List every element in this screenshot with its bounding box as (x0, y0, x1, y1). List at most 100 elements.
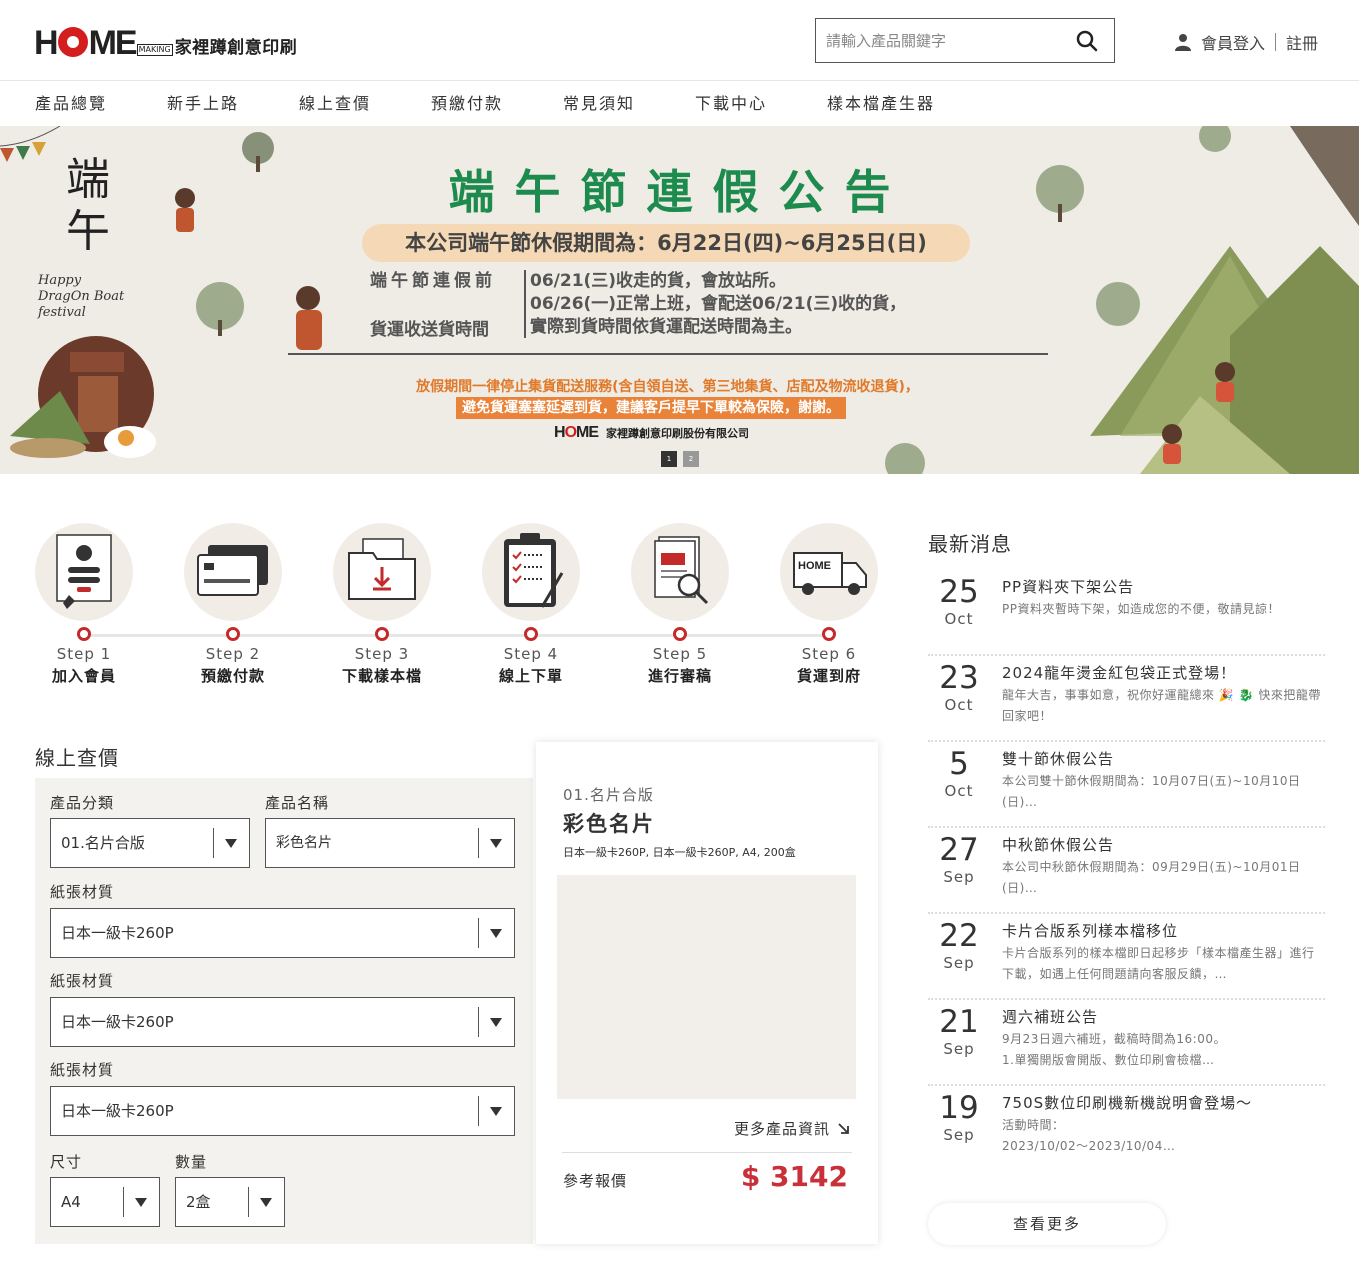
step-6[interactable]: HOME Step 6 貨運到府 (779, 523, 879, 686)
nav-quote[interactable]: 線上查價 (299, 82, 371, 126)
login-link[interactable]: 會員登入 (1201, 30, 1265, 54)
nav-products[interactable]: 產品總覽 (35, 82, 107, 126)
step-5[interactable]: Step 5 進行審稿 (630, 523, 730, 686)
step-5-icon-bg (631, 523, 729, 621)
category-label: 產品分類 (50, 794, 115, 812)
paper-select-2[interactable]: 日本一級卡260P (50, 997, 515, 1047)
nav-faq[interactable]: 常見須知 (563, 82, 635, 126)
product-label: 產品名稱 (265, 794, 330, 812)
select-divider (478, 918, 479, 948)
step-2-name: 預繳付款 (200, 667, 265, 685)
step-4-icon-bg (482, 523, 580, 621)
carousel-dot-2[interactable]: 2 (683, 451, 699, 467)
site-logo[interactable]: H ME MAKING 家裡蹲創意印刷 (34, 24, 297, 60)
product-category: 01.名片合版 (563, 786, 654, 804)
banner-line-2: 06/26(一)正常上班，會配送06/21(三)收的貨， (530, 294, 907, 314)
step-4-marker (524, 627, 538, 641)
step-1[interactable]: Step 1 加入會員 (34, 523, 134, 686)
nav-download[interactable]: 下載中心 (695, 82, 767, 126)
news-month: Oct (944, 782, 974, 800)
news-item[interactable]: 27 Sep 中秋節休假公告 本公司中秋節休假期間為：09月29日(五)~10月… (928, 828, 1325, 914)
banner-shipping-notes: 06/21(三)收走的貨，會放站所。 06/26(一)正常上班，會配送06/21… (530, 270, 906, 339)
news-day: 19 (939, 1090, 979, 1126)
news-month: Sep (943, 868, 975, 886)
news-day: 25 (939, 574, 979, 610)
product-preview-card: 01.名片合版 彩色名片 日本一級卡260P, 日本一級卡260P, A4, 2… (536, 742, 878, 1244)
quantity-select[interactable]: 2盒 (175, 1177, 285, 1227)
paper-label-3: 紙張材質 (50, 1061, 115, 1079)
delivery-truck-icon: HOME (793, 552, 867, 595)
news-headline[interactable]: 卡片合版系列樣本檔移位 (1002, 920, 1178, 941)
news-item[interactable]: 23 Oct 2024龍年燙金紅包袋正式登場！ 龍年大吉，事事如意，祝你好運龍總… (928, 656, 1325, 742)
banner-company-name: 家裡蹲創意印刷股份有限公司 (606, 427, 750, 440)
quantity-label: 數量 (175, 1153, 208, 1171)
banner-signature: HOME 家裡蹲創意印刷股份有限公司 (554, 424, 749, 442)
step-6-name: 貨運到府 (796, 667, 861, 685)
step-6-number: Step 6 (801, 645, 857, 663)
news-headline[interactable]: 雙十節休假公告 (1002, 748, 1114, 769)
step-5-marker (673, 627, 687, 641)
chevron-down-icon (135, 1198, 147, 1207)
step-6-icon-bg: HOME (780, 523, 878, 621)
step-2[interactable]: Step 2 預繳付款 (183, 523, 283, 686)
step-4[interactable]: Step 4 線上下單 (481, 523, 581, 686)
banner-divider (524, 270, 526, 338)
banner-line-1: 06/21(三)收走的貨，會放站所。 (530, 271, 787, 291)
banner-mini-logo: HOME (554, 424, 599, 441)
logo-chinese-name: 家裡蹲創意印刷 (174, 38, 298, 58)
carousel-dot-1[interactable]: 1 (661, 451, 677, 467)
nav-beginner[interactable]: 新手上路 (167, 82, 239, 126)
news-summary: 本公司中秋節休假期間為：09月29日(五)~10月01日(日)… (1002, 860, 1301, 895)
news-headline[interactable]: PP資料夾下架公告 (1002, 576, 1134, 597)
more-product-info-link[interactable]: 更多產品資訊 (734, 1118, 850, 1139)
search-icon[interactable] (1076, 30, 1098, 52)
paper-select-1[interactable]: 日本一級卡260P (50, 908, 515, 958)
nav-template-generator[interactable]: 樣本檔產生器 (827, 82, 935, 126)
news-headline[interactable]: 中秋節休假公告 (1002, 834, 1114, 855)
news-month: Sep (943, 954, 975, 972)
quote-section-title: 線上查價 (35, 746, 119, 770)
banner-holiday-period: 本公司端午節休假期間為：6月22日(四)~6月25日(日) (362, 224, 970, 262)
chevron-down-icon (490, 1107, 502, 1116)
chevron-down-icon (490, 929, 502, 938)
logo-wordmark: H ME (34, 24, 138, 62)
news-item[interactable]: 5 Oct 雙十節休假公告 本公司雙十節休假期間為：10月07日(五)~10月1… (928, 742, 1325, 828)
step-3[interactable]: Step 3 下載樣本檔 (332, 523, 432, 686)
carousel-dots: 1 2 (661, 451, 699, 467)
news-day: 22 (939, 918, 979, 954)
hero-banner[interactable]: 端午 Happy DragOn Boat festival 端午節連假公告 本公… (0, 126, 1359, 474)
news-headline[interactable]: 2024龍年燙金紅包袋正式登場！ (1002, 662, 1236, 683)
paper-select-3[interactable]: 日本一級卡260P (50, 1086, 515, 1136)
news-item[interactable]: 25 Oct PP資料夾下架公告 PP資料夾暫時下架，如造成您的不便，敬請見諒！ (928, 570, 1325, 656)
product-select[interactable]: 彩色名片 (265, 818, 515, 868)
search-input[interactable] (816, 19, 1066, 62)
search-box (815, 18, 1115, 63)
news-headline[interactable]: 750S數位印刷機新機說明會登場～ (1002, 1092, 1252, 1113)
news-item[interactable]: 22 Sep 卡片合版系列樣本檔移位 卡片合版系列的樣本檔即日起移步「樣本檔產生… (928, 914, 1325, 1000)
size-select[interactable]: A4 (50, 1177, 160, 1227)
size-label: 尺寸 (50, 1153, 83, 1171)
step-2-icon-bg (184, 523, 282, 621)
view-more-button[interactable]: 查看更多 (928, 1203, 1166, 1245)
select-divider (213, 828, 214, 858)
step-1-icon-bg (35, 523, 133, 621)
step-2-marker (226, 627, 240, 641)
banner-rule (288, 353, 1048, 355)
category-select[interactable]: 01.名片合版 (50, 818, 250, 868)
price-label: 參考報價 (563, 1172, 628, 1190)
news-headline[interactable]: 週六補班公告 (1002, 1006, 1098, 1027)
step-1-name: 加入會員 (51, 667, 116, 685)
more-product-info-label: 更多產品資訊 (733, 1120, 830, 1138)
quantity-value: 2盒 (186, 1193, 211, 1211)
nav-prepay[interactable]: 預繳付款 (431, 82, 503, 126)
news-day: 27 (939, 832, 979, 868)
step-3-icon-bg (333, 523, 431, 621)
register-link[interactable]: 註冊 (1286, 30, 1318, 54)
banner-line-3: 實際到貨時間依貨運配送時間為主。 (530, 317, 802, 337)
user-icon (1175, 34, 1191, 51)
news-item[interactable]: 19 Sep 750S數位印刷機新機說明會登場～ 活動時間： 2023/10/0… (928, 1086, 1325, 1172)
news-item[interactable]: 21 Sep 週六補班公告 9月23日週六補班，截稿時間為16:00。 1.單獨… (928, 1000, 1325, 1086)
news-summary: 活動時間： 2023/10/02～2023/10/04… (1002, 1118, 1176, 1153)
product-name: 彩色名片 (563, 812, 655, 836)
product-spec: 日本一級卡260P, 日本一級卡260P, A4, 200盒 (563, 846, 796, 859)
